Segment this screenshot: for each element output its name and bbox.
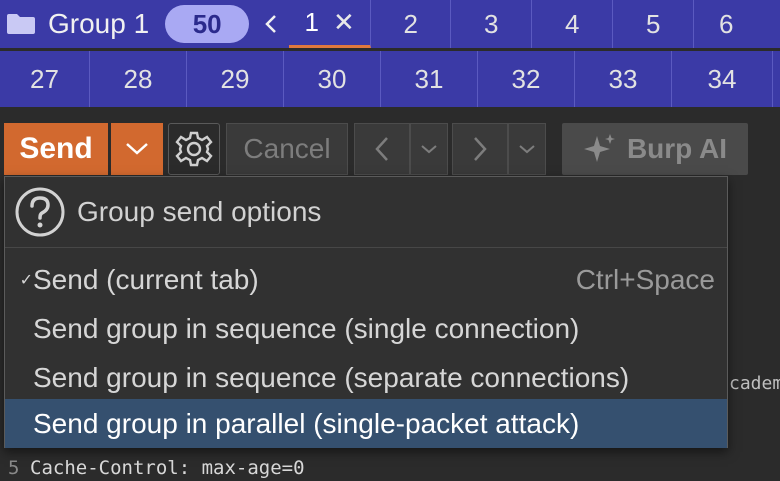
- group-send-options-menu: Group send options ✓ Send (current tab) …: [4, 176, 728, 448]
- gear-icon: [175, 131, 213, 167]
- tab-28[interactable]: 28: [90, 51, 187, 107]
- tab-31[interactable]: 31: [381, 51, 478, 107]
- chevron-down-icon: [421, 145, 437, 154]
- tab-label: 2: [403, 8, 418, 39]
- sparkle-icon: [583, 134, 615, 162]
- previous-history-dropdown[interactable]: [410, 123, 448, 175]
- tab-label: 4: [564, 8, 580, 39]
- tab-label: 28: [123, 63, 153, 94]
- menu-item-shortcut: Ctrl+Space: [575, 263, 715, 295]
- tab-scroll-left-button[interactable]: [253, 0, 289, 48]
- chevron-left-icon: [265, 15, 277, 33]
- close-icon[interactable]: ✕: [333, 7, 355, 38]
- menu-item-send-parallel[interactable]: Send group in parallel (single-packet at…: [5, 399, 727, 448]
- next-request-button[interactable]: [452, 123, 508, 175]
- group-count-badge: 50: [165, 5, 250, 43]
- tab-3[interactable]: 3: [451, 0, 533, 48]
- tab-label: 27: [30, 63, 59, 94]
- cancel-button[interactable]: Cancel: [226, 123, 348, 175]
- tab-27[interactable]: 27: [0, 51, 90, 107]
- repeater-toolbar: Send Cancel Burp AI: [0, 107, 780, 179]
- tab-label: 32: [511, 63, 541, 94]
- editor-text-fragment: cadem: [729, 373, 780, 394]
- tab-34[interactable]: 34: [672, 51, 773, 107]
- tab-label: 3: [483, 8, 499, 39]
- menu-item-label: Send (current tab): [33, 263, 259, 295]
- menu-item-label: Send group in parallel (single-packet at…: [33, 407, 580, 439]
- help-icon[interactable]: [13, 185, 67, 239]
- burp-ai-label: Burp AI: [626, 133, 728, 164]
- tab-bar-row-2: 27 28 29 30 31 32 33 34: [0, 51, 780, 107]
- settings-button[interactable]: [168, 123, 220, 175]
- tab-6[interactable]: 6: [694, 0, 758, 48]
- menu-item-label: Send group in sequence (single connectio…: [33, 312, 580, 344]
- chevron-down-icon: [126, 143, 148, 155]
- tab-5[interactable]: 5: [613, 0, 695, 48]
- chevron-left-icon: [375, 137, 388, 161]
- menu-item-send-sequence-single[interactable]: Send group in sequence (single connectio…: [5, 304, 727, 353]
- tab-29[interactable]: 29: [187, 51, 284, 107]
- send-options-dropdown-button[interactable]: [111, 123, 163, 175]
- line-number: 5: [8, 457, 20, 479]
- tab-label: 30: [317, 63, 347, 94]
- next-history-dropdown[interactable]: [508, 123, 546, 175]
- folder-icon: [7, 14, 35, 34]
- tab-label: 1: [304, 7, 319, 37]
- menu-title: Group send options: [77, 196, 322, 227]
- chevron-right-icon: [474, 137, 487, 161]
- previous-request-button[interactable]: [354, 123, 410, 175]
- tab-label: 34: [707, 63, 737, 94]
- checkmark-icon: ✓: [19, 271, 33, 289]
- menu-item-send-sequence-separate[interactable]: Send group in sequence (separate connect…: [5, 353, 727, 402]
- editor-line-text: Cache-Control: max-age=0: [30, 457, 305, 479]
- tab-bar-row-1: Group 1 50 1 ✕ 2 3 4 5 6: [0, 0, 780, 48]
- tab-1[interactable]: 1 ✕: [289, 0, 372, 48]
- menu-header: Group send options: [5, 177, 727, 248]
- tab-label: 31: [414, 63, 444, 94]
- tab-30[interactable]: 30: [284, 51, 381, 107]
- tab-label: 6: [718, 8, 734, 39]
- group-name: Group 1: [48, 8, 150, 39]
- editor-line: 5: [8, 457, 19, 479]
- tab-2[interactable]: 2: [371, 0, 452, 48]
- send-button[interactable]: Send: [4, 123, 108, 175]
- tab-label: 5: [645, 8, 661, 39]
- tab-4[interactable]: 4: [532, 0, 614, 48]
- tab-label: 29: [220, 63, 250, 94]
- tab-33[interactable]: 33: [575, 51, 672, 107]
- burp-ai-button[interactable]: Burp AI: [562, 123, 748, 175]
- menu-item-send-current-tab[interactable]: ✓ Send (current tab) Ctrl+Space: [5, 255, 727, 304]
- menu-item-label: Send group in sequence (separate connect…: [33, 361, 630, 393]
- tab-32[interactable]: 32: [478, 51, 575, 107]
- tab-label: 33: [608, 63, 638, 94]
- group-tab[interactable]: Group 1 50: [0, 0, 250, 48]
- chevron-down-icon: [519, 145, 535, 154]
